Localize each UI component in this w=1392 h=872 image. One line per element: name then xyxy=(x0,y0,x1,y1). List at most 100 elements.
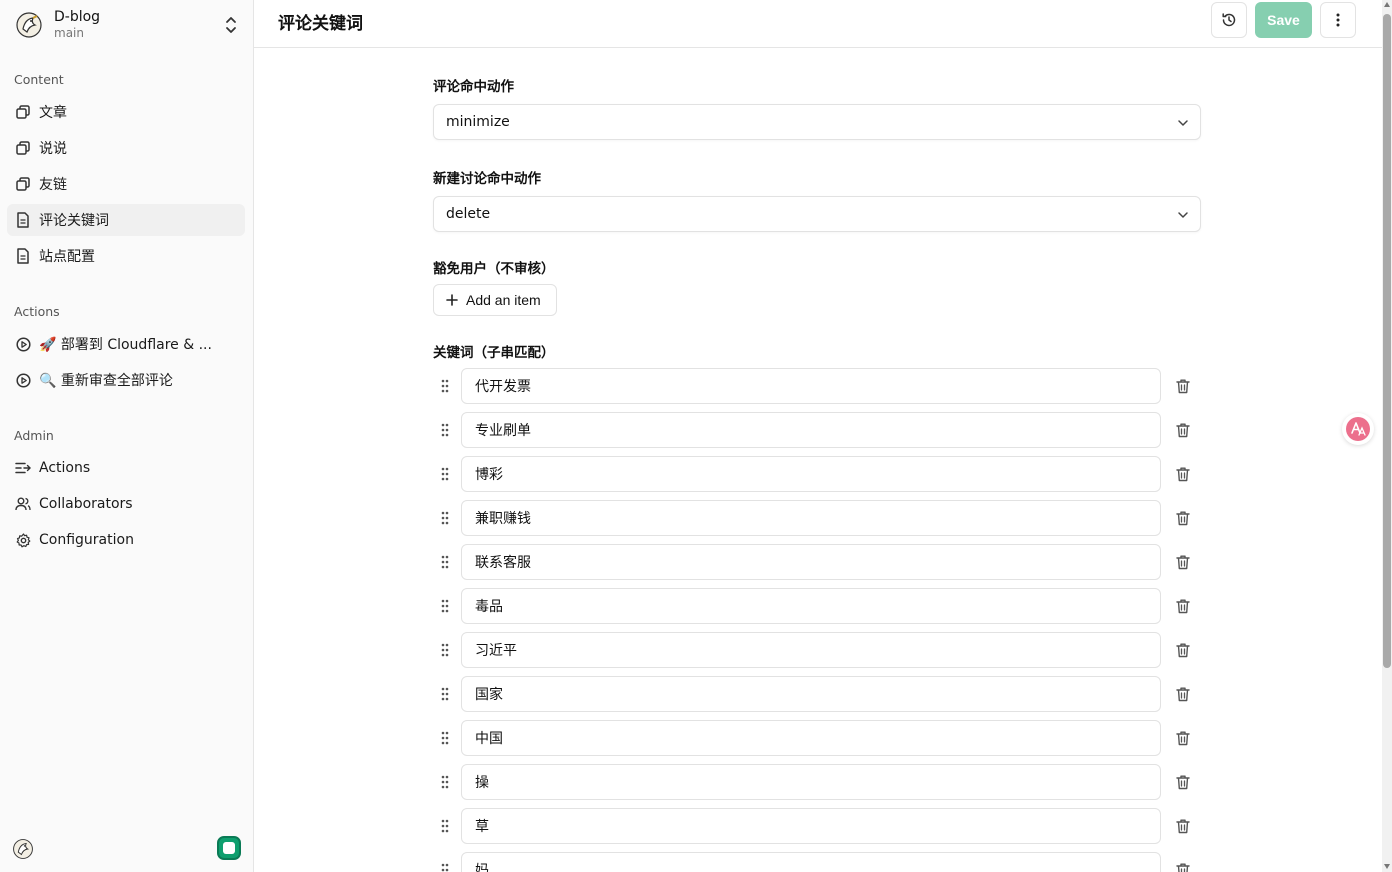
trash-icon[interactable] xyxy=(1175,510,1191,526)
trash-icon[interactable] xyxy=(1175,422,1191,438)
keyword-input[interactable]: 兼职赚钱 xyxy=(461,500,1161,536)
trash-icon[interactable] xyxy=(1175,818,1191,834)
drag-handle-icon[interactable] xyxy=(441,775,449,789)
keyword-input[interactable]: 草 xyxy=(461,808,1161,844)
drag-handle-icon[interactable] xyxy=(441,643,449,657)
repo-branch: main xyxy=(54,26,84,41)
sidebar-item-articles[interactable]: 文章 xyxy=(7,96,245,128)
drag-handle-icon[interactable] xyxy=(441,379,449,393)
sidebar: D-blog main Content 文章 说说 友链 评论关键词 站点配置 … xyxy=(0,0,254,872)
drag-handle-icon[interactable] xyxy=(441,731,449,745)
sidebar-footer xyxy=(0,824,253,872)
comment-action-label: 评论命中动作 xyxy=(433,79,514,95)
section-title-content: Content xyxy=(14,72,64,87)
keyword-input[interactable]: 国家 xyxy=(461,676,1161,712)
keyword-value: 妈 xyxy=(475,863,489,872)
scroll-thumb[interactable] xyxy=(1383,14,1391,668)
app-badge-icon[interactable] xyxy=(217,836,241,860)
save-button[interactable]: Save xyxy=(1255,2,1312,38)
trash-icon[interactable] xyxy=(1175,554,1191,570)
keyword-input[interactable]: 联系客服 xyxy=(461,544,1161,580)
trash-icon[interactable] xyxy=(1175,378,1191,394)
trash-icon[interactable] xyxy=(1175,774,1191,790)
sidebar-item-deploy[interactable]: 🚀 部署到 Cloudflare & ... xyxy=(7,328,245,360)
keyword-row: 兼职赚钱 xyxy=(433,500,1201,536)
keyword-input[interactable]: 中国 xyxy=(461,720,1161,756)
keyword-input[interactable]: 妈 xyxy=(461,852,1161,872)
keyword-value: 专业刷单 xyxy=(475,423,531,439)
keyword-input[interactable]: 代开发票 xyxy=(461,368,1161,404)
drag-handle-icon[interactable] xyxy=(441,599,449,613)
sidebar-item-shuoshuo[interactable]: 说说 xyxy=(7,132,245,164)
collection-icon xyxy=(15,176,31,192)
keyword-input[interactable]: 专业刷单 xyxy=(461,412,1161,448)
select-value: minimize xyxy=(446,114,510,130)
bird-logo-icon xyxy=(13,839,33,859)
drag-handle-icon[interactable] xyxy=(441,555,449,569)
keyword-row: 中国 xyxy=(433,720,1201,756)
keyword-value: 中国 xyxy=(475,731,503,747)
discussion-action-select[interactable]: delete xyxy=(433,196,1201,232)
chevron-down-icon xyxy=(1178,212,1188,218)
discussion-action-label: 新建讨论命中动作 xyxy=(433,171,541,187)
sidebar-item-links[interactable]: 友链 xyxy=(7,168,245,200)
chevron-down-icon xyxy=(1178,120,1188,126)
sidebar-item-collaborators[interactable]: Collaborators xyxy=(7,488,245,520)
page-header: 评论关键词 Save xyxy=(254,0,1382,48)
keyword-input[interactable]: 操 xyxy=(461,764,1161,800)
repo-avatar xyxy=(14,10,44,40)
drag-handle-icon[interactable] xyxy=(441,423,449,437)
drag-handle-icon[interactable] xyxy=(441,511,449,525)
keyword-input[interactable]: 博彩 xyxy=(461,456,1161,492)
drag-handle-icon[interactable] xyxy=(441,863,449,872)
sidebar-item-label: 说说 xyxy=(39,141,67,157)
sidebar-item-actions[interactable]: Actions xyxy=(7,452,245,484)
translate-icon xyxy=(1346,417,1370,441)
keyword-row: 草 xyxy=(433,808,1201,844)
sidebar-item-label: 友链 xyxy=(39,177,67,193)
scroll-down-arrow-icon[interactable] xyxy=(1384,864,1390,869)
sidebar-item-recheck[interactable]: 🔍 重新审查全部评论 xyxy=(7,364,245,396)
drag-handle-icon[interactable] xyxy=(441,467,449,481)
sidebar-item-label: 评论关键词 xyxy=(39,213,109,229)
keyword-value: 国家 xyxy=(475,687,503,703)
keyword-row: 操 xyxy=(433,764,1201,800)
keyword-input[interactable]: 习近平 xyxy=(461,632,1161,668)
translate-button[interactable] xyxy=(1342,413,1374,445)
sidebar-item-configuration[interactable]: Configuration xyxy=(7,524,245,556)
collection-icon xyxy=(15,104,31,120)
keyword-row: 毒品 xyxy=(433,588,1201,624)
drag-handle-icon[interactable] xyxy=(441,687,449,701)
sidebar-item-label: 🚀 部署到 Cloudflare & ... xyxy=(39,337,212,353)
user-avatar[interactable] xyxy=(12,838,34,860)
repo-switcher[interactable]: D-blog main xyxy=(14,6,246,44)
history-button[interactable] xyxy=(1211,2,1247,38)
trash-icon[interactable] xyxy=(1175,730,1191,746)
add-item-button[interactable]: Add an item xyxy=(433,284,557,316)
keyword-row: 代开发票 xyxy=(433,368,1201,404)
sidebar-item-site-config[interactable]: 站点配置 xyxy=(7,240,245,272)
trash-icon[interactable] xyxy=(1175,642,1191,658)
trash-icon[interactable] xyxy=(1175,466,1191,482)
sidebar-item-label: 🔍 重新审查全部评论 xyxy=(39,373,173,389)
sidebar-item-label: Actions xyxy=(39,460,91,476)
keyword-input[interactable]: 毒品 xyxy=(461,588,1161,624)
drag-handle-icon[interactable] xyxy=(441,819,449,833)
trash-icon[interactable] xyxy=(1175,862,1191,872)
history-icon xyxy=(1222,13,1236,27)
scroll-up-arrow-icon[interactable] xyxy=(1384,2,1390,7)
comment-action-select[interactable]: minimize xyxy=(433,104,1201,140)
trash-icon[interactable] xyxy=(1175,598,1191,614)
trash-icon[interactable] xyxy=(1175,686,1191,702)
keyword-value: 草 xyxy=(475,819,489,835)
keyword-value: 联系客服 xyxy=(475,555,531,571)
chevron-up-down-icon xyxy=(226,17,236,33)
sidebar-item-comment-keywords[interactable]: 评论关键词 xyxy=(7,204,245,236)
keyword-row: 习近平 xyxy=(433,632,1201,668)
scrollbar[interactable] xyxy=(1382,0,1392,872)
section-title-admin: Admin xyxy=(14,428,54,443)
more-vertical-icon xyxy=(1336,13,1340,27)
gear-icon xyxy=(15,532,31,548)
more-options-button[interactable] xyxy=(1320,2,1356,38)
sidebar-item-label: Configuration xyxy=(39,532,134,548)
